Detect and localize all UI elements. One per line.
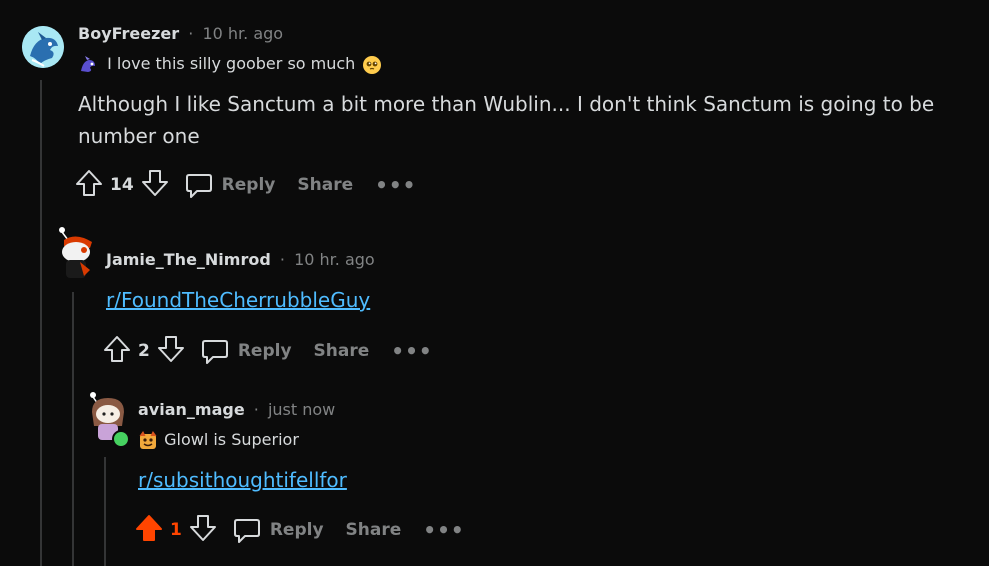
- reply-label: Reply: [269, 520, 324, 540]
- share-button[interactable]: Share: [314, 341, 370, 361]
- downvote-arrow-icon[interactable]: [156, 334, 186, 368]
- vote-score: 2: [138, 341, 150, 361]
- comment-author[interactable]: BoyFreezer: [78, 24, 179, 43]
- snoo-avatar-icon: [59, 227, 92, 278]
- meta-separator: ·: [279, 250, 285, 269]
- comment-bubble-icon: [185, 174, 212, 198]
- comment-timestamp[interactable]: 10 hr. ago: [294, 250, 375, 269]
- avatar[interactable]: [54, 226, 98, 280]
- more-options-icon[interactable]: •••: [375, 173, 416, 197]
- share-label: Share: [313, 341, 370, 361]
- dragon-flair-icon: [78, 55, 98, 75]
- more-options-icon[interactable]: •••: [391, 339, 432, 363]
- upvote-arrow-icon[interactable]: [74, 168, 104, 202]
- comment-author[interactable]: Jamie_The_Nimrod: [106, 250, 271, 269]
- reply-button[interactable]: Reply: [232, 515, 324, 545]
- monster-flair-icon: [138, 430, 158, 451]
- reply-label: Reply: [237, 341, 292, 361]
- pleading-face-emoji-icon: [362, 55, 382, 75]
- comment-actions: 2 Reply Share •••: [102, 334, 433, 368]
- subreddit-link[interactable]: r/subsithoughtifellfor: [138, 468, 347, 492]
- thread-line-level-1[interactable]: [40, 80, 42, 566]
- flair-text: Glowl is Superior: [164, 430, 299, 449]
- online-status-indicator: [112, 430, 130, 448]
- share-button[interactable]: Share: [297, 175, 353, 195]
- comment-actions: 1 Reply Share •••: [134, 513, 465, 547]
- user-flair: I love this silly goober so much: [78, 54, 386, 75]
- comment-actions: 14 Reply Share •••: [74, 168, 416, 202]
- comment-bubble-icon: [201, 340, 228, 364]
- more-options-icon[interactable]: •••: [423, 518, 464, 542]
- subreddit-link[interactable]: r/FoundTheCherrubbleGuy: [106, 288, 370, 312]
- meta-separator: ·: [188, 24, 194, 43]
- reply-button[interactable]: Reply: [200, 336, 292, 366]
- vote-score: 14: [110, 175, 134, 195]
- user-flair: Glowl is Superior: [138, 430, 299, 451]
- comment-author[interactable]: avian_mage: [138, 400, 245, 419]
- comment-body: Although I like Sanctum a bit more than …: [78, 92, 935, 148]
- downvote-arrow-icon[interactable]: [188, 513, 218, 547]
- reply-button[interactable]: Reply: [184, 170, 276, 200]
- dragon-avatar-icon: [22, 26, 64, 68]
- share-label: Share: [297, 175, 354, 195]
- thread-line-level-3[interactable]: [104, 457, 106, 566]
- comment-timestamp[interactable]: just now: [268, 400, 335, 419]
- meta-separator: ·: [253, 400, 259, 419]
- vote-score: 1: [170, 520, 182, 540]
- thread-line-level-2[interactable]: [72, 292, 74, 566]
- share-button[interactable]: Share: [346, 520, 402, 540]
- downvote-arrow-icon[interactable]: [140, 168, 170, 202]
- flair-text: I love this silly goober so much: [107, 54, 356, 73]
- comment-timestamp[interactable]: 10 hr. ago: [202, 24, 283, 43]
- avatar[interactable]: [22, 26, 64, 68]
- comment-bubble-icon: [233, 519, 260, 543]
- share-label: Share: [345, 520, 402, 540]
- upvote-arrow-icon[interactable]: [102, 334, 132, 368]
- upvote-arrow-icon-active[interactable]: [134, 513, 164, 547]
- reply-label: Reply: [221, 175, 276, 195]
